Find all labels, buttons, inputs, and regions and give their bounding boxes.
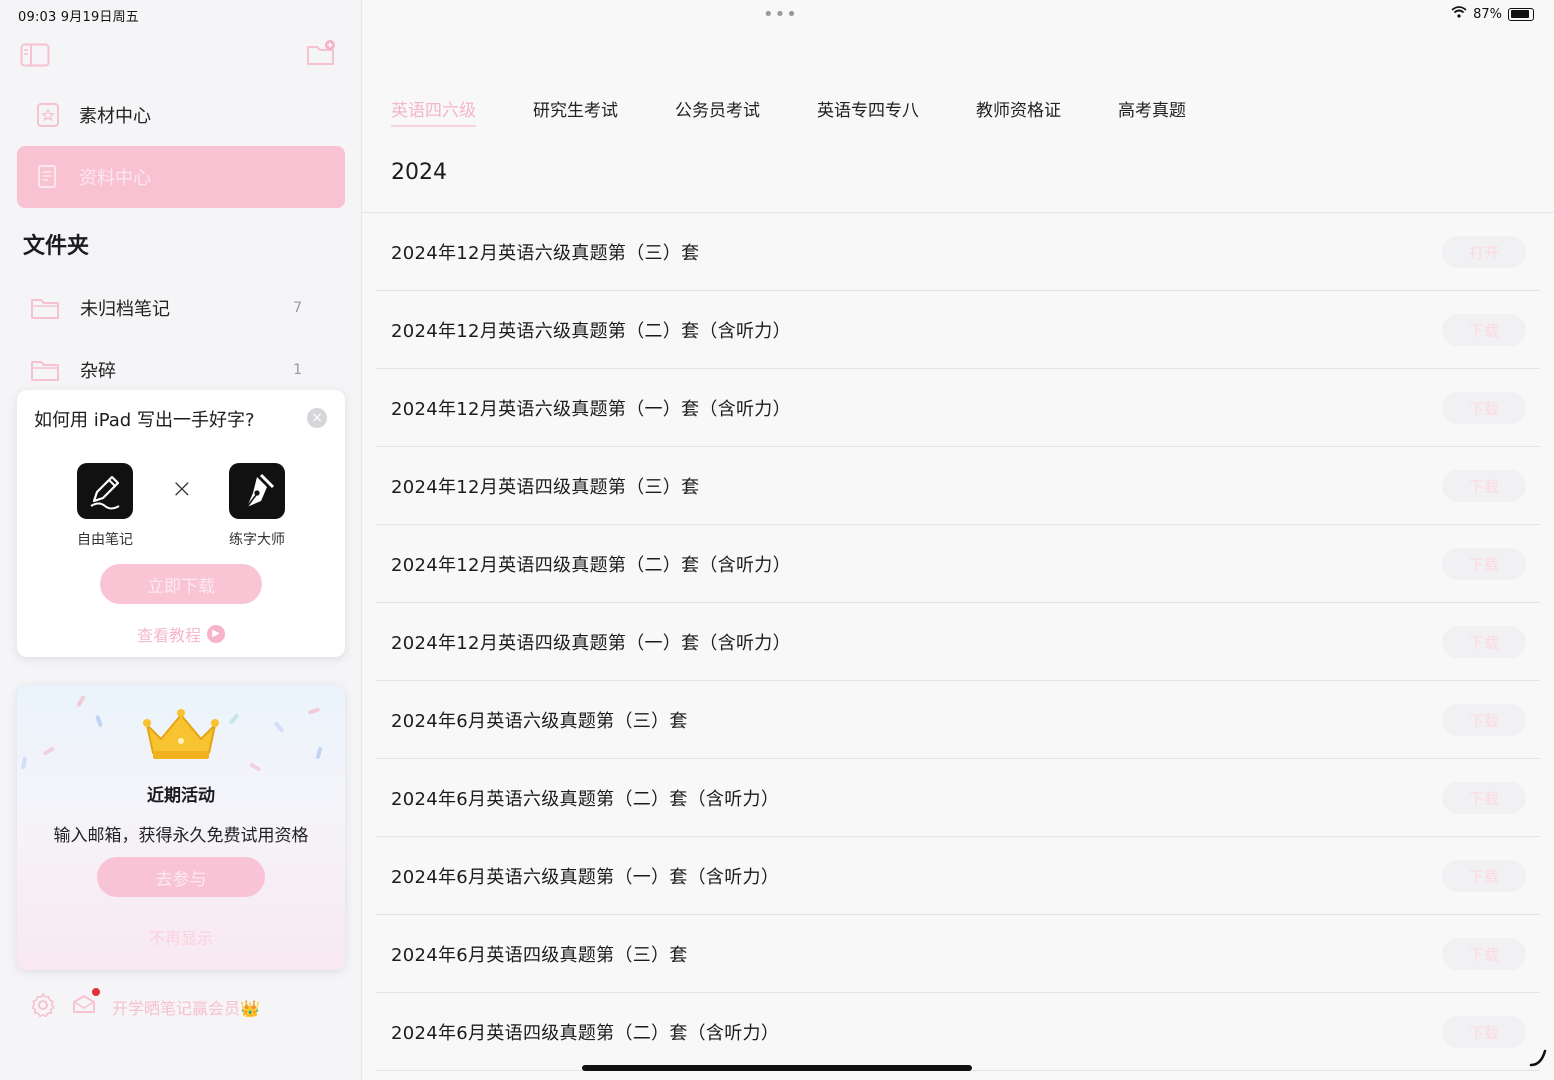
list-item[interactable]: 2024年6月英语六级真题第（一）套（含听力） 下载 xyxy=(376,837,1540,915)
join-button[interactable]: 去参与 xyxy=(97,857,265,897)
download-button[interactable]: 下载 xyxy=(1442,704,1526,736)
document-icon xyxy=(35,164,61,190)
calligraphy-app-icon[interactable] xyxy=(229,463,285,519)
item-title: 2024年12月英语六级真题第（二）套（含听力） xyxy=(391,320,791,342)
status-time-date: 09:03 9月19日周五 xyxy=(18,10,140,25)
list-item[interactable]: 2024年6月英语四级真题第（二）套（含听力） 下载 xyxy=(376,993,1540,1071)
folder-icon xyxy=(31,361,59,381)
wifi-icon xyxy=(1451,6,1467,22)
download-button[interactable]: 下载 xyxy=(1442,470,1526,502)
tab-postgraduate[interactable]: 研究生考试 xyxy=(533,96,618,127)
item-title: 2024年12月英语四级真题第（二）套（含听力） xyxy=(391,554,791,576)
sidebar-footer: 开学晒笔记赢会员👑 xyxy=(30,988,260,1022)
battery-percent: 87% xyxy=(1473,6,1502,22)
notification-dot xyxy=(92,988,100,996)
sidebar-toggle-icon[interactable] xyxy=(20,42,50,68)
item-title: 2024年12月英语四级真题第（一）套（含听力） xyxy=(391,632,791,654)
battery-icon xyxy=(1508,7,1534,21)
tutorial-label: 查看教程 xyxy=(136,626,201,645)
list-item[interactable]: 2024年6月英语四级真题第（三）套 下载 xyxy=(376,915,1540,993)
nav-material-center[interactable]: 素材中心 xyxy=(17,84,345,146)
item-title: 2024年12月英语四级真题第（三）套 xyxy=(391,476,700,498)
tab-tem[interactable]: 英语专四专八 xyxy=(817,96,919,127)
free-notes-label: 自由笔记 xyxy=(77,532,133,548)
download-button[interactable]: 下载 xyxy=(1442,782,1526,814)
exam-list: 2024年12月英语六级真题第（三）套 打开 2024年12月英语六级真题第（二）… xyxy=(376,213,1540,1071)
promo-card: 如何用 iPad 写出一手好字? × 自由笔记 × 练字大师 立即下载 查看教程… xyxy=(17,390,345,657)
activity-card: 近期活动 输入邮箱，获得永久免费试用资格 去参与 不再显示 xyxy=(17,685,345,970)
item-title: 2024年6月英语六级真题第（一）套（含听力） xyxy=(391,866,780,888)
play-icon: ▶ xyxy=(207,625,225,643)
download-button[interactable]: 下载 xyxy=(1442,548,1526,580)
folder-count: 7 xyxy=(293,300,302,316)
promo-title: 如何用 iPad 写出一手好字? xyxy=(34,410,255,431)
main-panel: ••• 87% 英语四六级 研究生考试 公务员考试 英语专四专八 教师资格证 高… xyxy=(363,0,1554,1080)
download-now-button[interactable]: 立即下载 xyxy=(100,564,262,604)
folder-item[interactable]: 未归档笔记 7 xyxy=(30,288,310,328)
list-item[interactable]: 2024年12月英语六级真题第（一）套（含听力） 下载 xyxy=(376,369,1540,447)
download-button[interactable]: 下载 xyxy=(1442,314,1526,346)
material-icon xyxy=(35,102,61,128)
category-tabs: 英语四六级 研究生考试 公务员考试 英语专四专八 教师资格证 高考真题 xyxy=(391,96,1186,127)
folder-label: 杂碎 xyxy=(80,361,116,382)
folder-item[interactable]: 杂碎 1 xyxy=(30,350,310,390)
item-title: 2024年12月英语六级真题第（三）套 xyxy=(391,242,700,264)
item-title: 2024年6月英语六级真题第（二）套（含听力） xyxy=(391,788,780,810)
list-item[interactable]: 2024年12月英语四级真题第（三）套 下载 xyxy=(376,447,1540,525)
activity-description: 输入邮箱，获得永久免费试用资格 xyxy=(53,826,309,846)
item-title: 2024年6月英语四级真题第（三）套 xyxy=(391,944,688,966)
footer-promo-text[interactable]: 开学晒笔记赢会员👑 xyxy=(112,995,260,1019)
crown-icon xyxy=(141,707,221,767)
item-title: 2024年6月英语六级真题第（三）套 xyxy=(391,710,688,732)
download-button[interactable]: 下载 xyxy=(1442,392,1526,424)
download-button[interactable]: 下载 xyxy=(1442,860,1526,892)
list-item[interactable]: 2024年12月英语六级真题第（二）套（含听力） 下载 xyxy=(376,291,1540,369)
times-icon: × xyxy=(171,474,193,504)
download-button[interactable]: 下载 xyxy=(1442,938,1526,970)
download-button[interactable]: 下载 xyxy=(1442,626,1526,658)
list-item[interactable]: 2024年6月英语六级真题第（三）套 下载 xyxy=(376,681,1540,759)
year-heading: 2024 xyxy=(391,160,447,185)
nav-resource-center[interactable]: 资料中心 xyxy=(17,146,345,208)
tab-cet[interactable]: 英语四六级 xyxy=(391,96,476,127)
open-button[interactable]: 打开 xyxy=(1442,236,1526,268)
free-notes-app-icon[interactable] xyxy=(77,463,133,519)
folder-icon xyxy=(31,299,59,319)
download-button[interactable]: 下载 xyxy=(1442,1016,1526,1048)
tab-gaokao[interactable]: 高考真题 xyxy=(1118,96,1186,127)
calligraphy-label: 练字大师 xyxy=(229,532,285,548)
tab-civil-service[interactable]: 公务员考试 xyxy=(675,96,760,127)
activity-title: 近期活动 xyxy=(147,786,215,806)
item-title: 2024年6月英语四级真题第（二）套（含听力） xyxy=(391,1022,780,1044)
list-item[interactable]: 2024年6月英语六级真题第（二）套（含听力） 下载 xyxy=(376,759,1540,837)
tutorial-link[interactable]: 查看教程 ▶ xyxy=(17,622,345,646)
event-notice-icon[interactable] xyxy=(70,988,100,1022)
list-item[interactable]: 2024年12月英语四级真题第（二）套（含听力） 下载 xyxy=(376,525,1540,603)
list-item[interactable]: 2024年12月英语四级真题第（一）套（含听力） 下载 xyxy=(376,603,1540,681)
list-item[interactable]: 2024年12月英语六级真题第（三）套 打开 xyxy=(376,213,1540,291)
nav-label: 素材中心 xyxy=(79,106,151,127)
settings-icon[interactable] xyxy=(30,992,56,1022)
folder-count: 1 xyxy=(293,362,302,378)
folder-label: 未归档笔记 xyxy=(80,299,170,320)
item-title: 2024年12月英语六级真题第（一）套（含听力） xyxy=(391,398,791,420)
close-icon[interactable]: × xyxy=(307,408,327,428)
sidebar: 09:03 9月19日周五 素材中心 资料中心 文件夹 未归档笔记 7 杂碎 1… xyxy=(0,0,362,1080)
folders-heading: 文件夹 xyxy=(23,234,90,259)
dismiss-link[interactable]: 不再显示 xyxy=(17,925,345,949)
home-indicator[interactable] xyxy=(582,1065,972,1071)
multitask-dots[interactable]: ••• xyxy=(763,4,798,25)
nav-label: 资料中心 xyxy=(79,168,151,189)
tab-teacher-cert[interactable]: 教师资格证 xyxy=(976,96,1061,127)
new-folder-icon[interactable] xyxy=(306,40,336,66)
pencil-hover-icon xyxy=(1528,1048,1548,1072)
status-right: 87% xyxy=(1451,6,1534,22)
